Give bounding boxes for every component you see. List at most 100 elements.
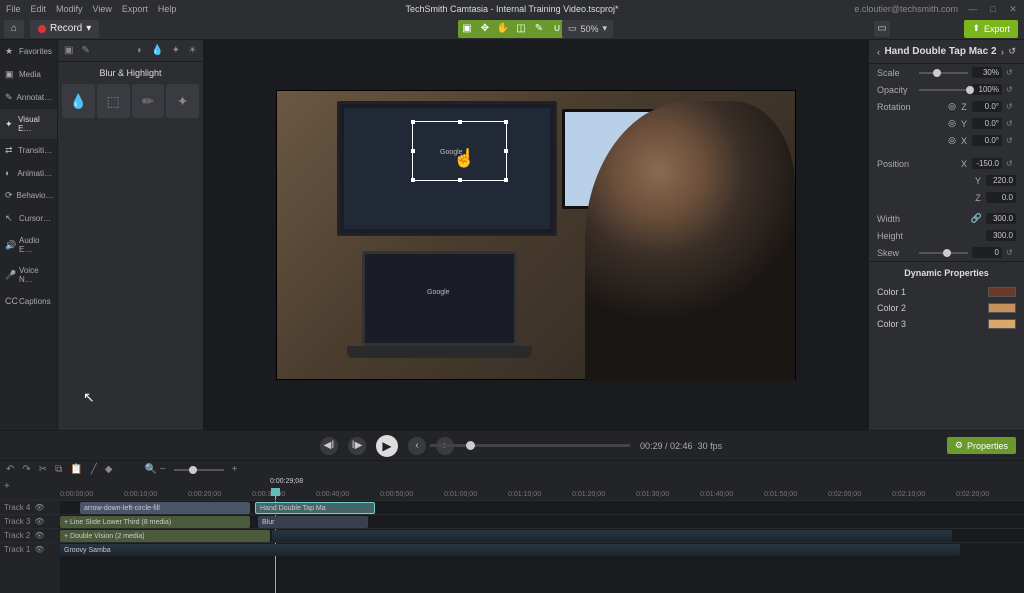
scale-slider[interactable] — [919, 72, 968, 74]
color-swatch-2[interactable] — [988, 303, 1016, 313]
undo-button[interactable]: ↶ — [6, 464, 14, 475]
track-label-3[interactable]: Track 3👁 — [0, 514, 60, 528]
subtab-6[interactable]: ☀ — [188, 45, 197, 56]
menu-help[interactable]: Help — [158, 4, 177, 14]
timeline-zoom-thumb[interactable] — [189, 466, 197, 474]
tab-cursor[interactable]: ↖Cursor… — [0, 207, 57, 230]
window-close[interactable]: ✕ — [1008, 4, 1018, 15]
timeline-clip[interactable]: arrow-down-left-circle-fill — [80, 502, 250, 514]
select-tool[interactable]: ▣ — [458, 20, 476, 38]
reset-icon[interactable]: ↺ — [1006, 85, 1016, 94]
eye-icon[interactable]: 👁 — [34, 517, 44, 526]
track-label-2[interactable]: Track 2👁 — [0, 528, 60, 542]
timeline-clip[interactable] — [272, 530, 952, 542]
position-y[interactable]: 220.0 — [986, 175, 1016, 186]
window-minimize[interactable]: — — [968, 4, 978, 14]
timeline-ruler[interactable]: 0:00:00;000:00:10;000:00:20;000:00:30;00… — [60, 478, 1024, 500]
reset-icon[interactable]: ↺ — [1006, 119, 1016, 128]
position-x[interactable]: -150.0 — [972, 158, 1002, 169]
subtab-2[interactable]: ✎ — [81, 45, 89, 56]
opacity-slider[interactable] — [919, 89, 968, 91]
pan-tool[interactable]: ✋ — [494, 20, 512, 38]
timeline-clip[interactable]: Blur — [258, 516, 368, 528]
tab-voice[interactable]: 🎤Voice N… — [0, 260, 57, 290]
eye-icon[interactable]: 👁 — [34, 545, 44, 554]
handle-bm[interactable] — [458, 178, 462, 182]
track-label-4[interactable]: Track 4👁 — [0, 500, 60, 514]
menu-view[interactable]: View — [93, 4, 112, 14]
rotate-dial-icon[interactable]: ◎ — [948, 135, 956, 146]
marker-button[interactable]: ◆ — [105, 464, 113, 475]
back-icon[interactable]: ‹ — [877, 47, 880, 57]
reset-all-icon[interactable]: ↺ — [1008, 46, 1016, 57]
subtab-4[interactable]: 💧 — [151, 45, 163, 56]
split-button[interactable]: ╱ — [91, 464, 97, 475]
export-button[interactable]: ⬆Export — [964, 20, 1018, 38]
zoom-in-icon[interactable]: + — [232, 464, 238, 475]
handle-mr[interactable] — [504, 149, 508, 153]
rotate-dial-icon[interactable]: ◎ — [948, 101, 956, 112]
cut-button[interactable]: ✂ — [39, 464, 47, 475]
effect-interactive[interactable]: ✦ — [166, 84, 199, 118]
tab-visual-effects[interactable]: ✦Visual E… — [0, 109, 57, 139]
rotation-z[interactable]: 0.0° — [972, 101, 1002, 112]
tab-captions[interactable]: CCCaptions — [0, 290, 57, 312]
reset-icon[interactable]: ↺ — [1006, 102, 1016, 111]
color-swatch-3[interactable] — [988, 319, 1016, 329]
crop-tool[interactable]: ◫ — [512, 20, 530, 38]
tab-annotations[interactable]: ✎Annotat… — [0, 86, 57, 109]
subtab-1[interactable]: ▣ — [64, 45, 73, 56]
height-value[interactable]: 300.0 — [986, 230, 1016, 241]
tab-transitions[interactable]: ⇄Transiti… — [0, 139, 57, 162]
skew-slider[interactable] — [919, 252, 968, 254]
tab-behaviors[interactable]: ⟳Behavio… — [0, 184, 57, 207]
properties-button[interactable]: ⚙Properties — [947, 437, 1016, 454]
comment-tool[interactable]: ✎ — [530, 20, 548, 38]
reset-icon[interactable]: ↺ — [1006, 68, 1016, 77]
reset-icon[interactable]: ↺ — [1006, 248, 1016, 257]
detach-canvas-button[interactable]: ▭ — [874, 21, 890, 37]
step-back-button[interactable]: ‹ — [408, 437, 426, 455]
copy-button[interactable]: ⧉ — [55, 464, 62, 475]
timeline-clip[interactable]: + Line Slide Lower Third (8 media) — [60, 516, 250, 528]
handle-tm[interactable] — [458, 120, 462, 124]
timeline-clip[interactable]: Hand Double Tap Ma — [255, 502, 375, 514]
tab-favorites[interactable]: ★Favorites — [0, 40, 57, 63]
rotation-x[interactable]: 0.0° — [972, 135, 1002, 146]
color-swatch-1[interactable] — [988, 287, 1016, 297]
track-row[interactable]: Groovy Samba — [60, 542, 1024, 556]
zoom-out-icon[interactable]: 🔍 − — [145, 464, 166, 475]
next-frame-button[interactable]: Ⅰ▶ — [348, 437, 366, 455]
prev-frame-button[interactable]: ◀Ⅰ — [320, 437, 338, 455]
rotation-y[interactable]: 0.0° — [972, 118, 1002, 129]
home-button[interactable]: ⌂ — [4, 20, 24, 38]
effect-spotlight[interactable]: ✏ — [132, 84, 165, 118]
track-row[interactable]: + Double Vision (2 media) — [60, 528, 1024, 542]
effect-highlight[interactable]: ⬚ — [97, 84, 130, 118]
handle-tl[interactable] — [411, 120, 415, 124]
chevron-right-icon[interactable]: › — [1001, 47, 1004, 57]
zoom-control[interactable]: ▭50%▾ — [562, 20, 613, 38]
tab-media[interactable]: ▣Media — [0, 63, 57, 86]
handle-br[interactable] — [504, 178, 508, 182]
eye-icon[interactable]: 👁 — [34, 503, 44, 512]
menu-file[interactable]: File — [6, 4, 21, 14]
rotate-dial-icon[interactable]: ◎ — [948, 118, 956, 129]
reset-icon[interactable]: ↺ — [1006, 136, 1016, 145]
tab-audio-effects[interactable]: 🔊Audio E… — [0, 230, 57, 260]
skew-value[interactable]: 0 — [972, 247, 1002, 258]
scrub-thumb[interactable] — [466, 441, 475, 450]
track-label-1[interactable]: Track 1👁 — [0, 542, 60, 556]
track-row[interactable]: arrow-down-left-circle-fill Hand Double T… — [60, 500, 1024, 514]
eye-icon[interactable]: 👁 — [34, 531, 44, 540]
handle-tr[interactable] — [504, 120, 508, 124]
window-maximize[interactable]: □ — [988, 4, 998, 14]
subtab-5[interactable]: ✦ — [172, 45, 180, 56]
handle-bl[interactable] — [411, 178, 415, 182]
canvas[interactable]: Google ☝ Google — [203, 40, 869, 430]
track-row[interactable]: + Line Slide Lower Third (8 media) Blur — [60, 514, 1024, 528]
redo-button[interactable]: ↷ — [22, 464, 30, 475]
lock-icon[interactable]: 🔗 — [971, 213, 982, 224]
menu-modify[interactable]: Modify — [56, 4, 83, 14]
scale-value[interactable]: 30% — [972, 67, 1002, 78]
